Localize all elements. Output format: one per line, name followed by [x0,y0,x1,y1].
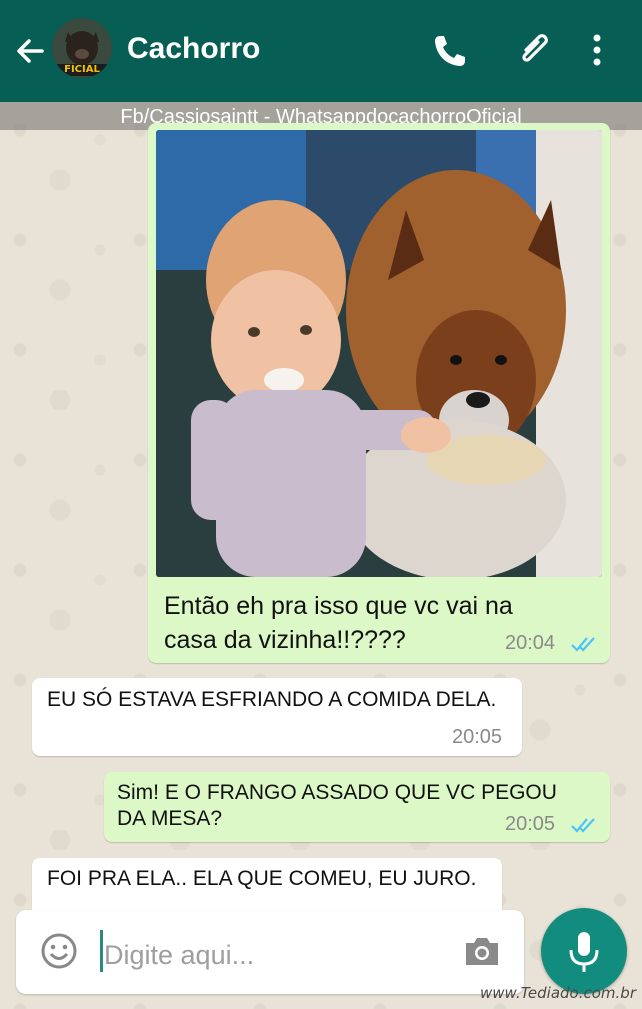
message-text: FOI PRA ELA.. ELA QUE COMEU, EU JURO. [47,867,477,890]
mic-button[interactable] [541,908,627,994]
message-time: 20:05 [505,813,556,835]
emoji-icon[interactable] [40,932,78,970]
text-cursor [100,930,103,972]
photo-attachment[interactable] [156,130,602,577]
mic-icon [569,932,599,972]
phone-icon[interactable] [430,28,470,72]
message-input[interactable]: Digite aqui... [104,940,254,971]
app-bar: FICIAL Cachorro [0,0,642,102]
message-text: Sim! E O FRANGO ASSADO QUE VC PEGOU [117,781,557,804]
avatar[interactable]: FICIAL [52,18,112,78]
arrow-left-icon[interactable] [12,33,48,69]
message-text: casa da vizinha!!???? [164,626,406,654]
avatar-label: FICIAL [64,64,100,75]
message-text: Então eh pra isso que vc vai na [164,592,513,620]
message-text: DA MESA? [117,807,223,830]
message-time: 20:05 [452,726,503,748]
paperclip-icon[interactable] [512,28,552,72]
chat-title[interactable]: Cachorro [127,32,260,66]
double-check-icon [570,636,598,652]
camera-icon[interactable] [462,933,502,969]
site-watermark: www.Tediado.com.br [480,984,636,1002]
message-text: EU SÓ ESTAVA ESFRIANDO A COMIDA DELA. [47,688,497,711]
double-check-icon [570,817,598,833]
message-time: 20:04 [505,632,556,654]
message-composer[interactable] [16,910,524,994]
more-vertical-icon[interactable] [582,28,612,72]
